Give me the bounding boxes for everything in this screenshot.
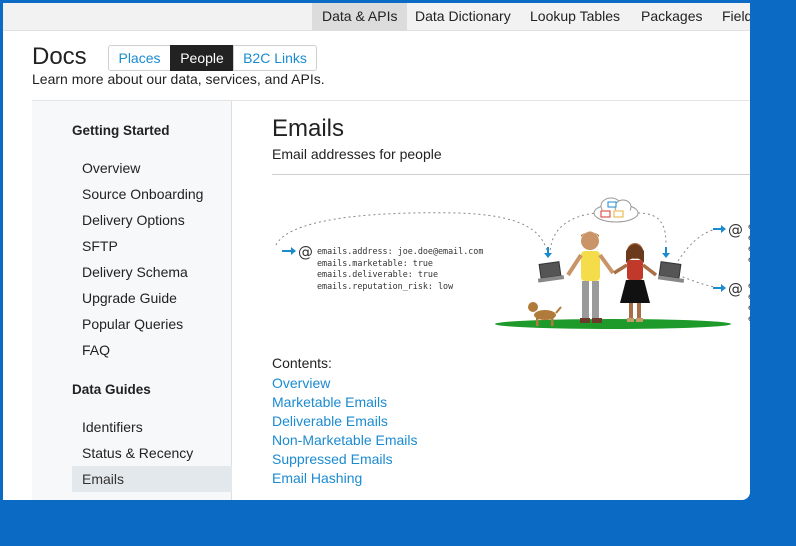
nav-tab-packages[interactable]: Packages bbox=[631, 3, 712, 31]
sidebar: Getting Started Overview Source Onboardi… bbox=[32, 101, 232, 500]
laptop-right-icon bbox=[657, 247, 685, 283]
toc-link-suppressed-emails[interactable]: Suppressed Emails bbox=[272, 450, 418, 469]
page-title: Emails bbox=[272, 115, 345, 142]
svg-text:e: e bbox=[748, 314, 750, 323]
segment-places[interactable]: Places bbox=[108, 45, 171, 71]
docs-title: Docs bbox=[32, 43, 87, 70]
arrow-right-icon bbox=[282, 247, 296, 255]
sidebar-item-source-onboarding[interactable]: Source Onboarding bbox=[72, 181, 232, 207]
cloud-icon bbox=[593, 197, 639, 223]
code-line-reputation: emails.reputation_risk: low bbox=[317, 281, 454, 291]
sidebar-heading-data-guides: Data Guides bbox=[72, 382, 151, 397]
contents-label: Contents: bbox=[272, 355, 332, 371]
emails-illustration: @ emails.address: joe.doe@email.com emai… bbox=[275, 197, 750, 329]
toc-link-overview[interactable]: Overview bbox=[272, 374, 418, 393]
arrow-right-bottom-icon bbox=[713, 284, 726, 292]
toc-link-non-marketable-emails[interactable]: Non-Marketable Emails bbox=[272, 431, 418, 450]
sidebar-item-identifiers[interactable]: Identifiers bbox=[72, 414, 232, 440]
dotted-arc-right-top bbox=[677, 227, 724, 262]
sidebar-item-upgrade-guide[interactable]: Upgrade Guide bbox=[72, 285, 232, 311]
ground-ellipse bbox=[495, 319, 731, 329]
nav-tab-field[interactable]: Field bbox=[712, 3, 750, 31]
toc-link-deliverable-emails[interactable]: Deliverable Emails bbox=[272, 412, 418, 431]
browser-window: Data & APIs Data Dictionary Lookup Table… bbox=[3, 3, 750, 500]
svg-text:e: e bbox=[748, 222, 750, 231]
sidebar-item-delivery-schema[interactable]: Delivery Schema bbox=[72, 259, 232, 285]
docs-subtitle: Learn more about our data, services, and… bbox=[32, 71, 325, 87]
code-line-marketable: emails.marketable: true bbox=[317, 258, 433, 268]
svg-text:e: e bbox=[748, 255, 750, 264]
toc-link-email-hashing[interactable]: Email Hashing bbox=[272, 469, 418, 488]
at-icon-right-top: @ bbox=[728, 221, 743, 239]
code-line-deliverable: emails.deliverable: true bbox=[317, 269, 438, 279]
svg-text:e: e bbox=[748, 303, 750, 312]
clipped-code-fragments: eeee eeee bbox=[748, 222, 750, 323]
sidebar-item-status-recency[interactable]: Status & Recency bbox=[72, 440, 232, 466]
title-divider bbox=[272, 174, 750, 175]
sidebar-item-popular-queries[interactable]: Popular Queries bbox=[72, 311, 232, 337]
svg-text:e: e bbox=[748, 233, 750, 242]
nav-tab-data-dictionary[interactable]: Data Dictionary bbox=[405, 3, 521, 31]
at-icon-right-bottom: @ bbox=[728, 280, 743, 298]
segment-people[interactable]: People bbox=[170, 45, 234, 71]
at-icon: @ bbox=[298, 243, 313, 261]
table-of-contents: Overview Marketable Emails Deliverable E… bbox=[272, 374, 418, 488]
svg-text:e: e bbox=[748, 244, 750, 253]
top-navigation: Data & APIs Data Dictionary Lookup Table… bbox=[3, 3, 750, 31]
nav-tab-lookup-tables[interactable]: Lookup Tables bbox=[520, 3, 630, 31]
sidebar-item-faq[interactable]: FAQ bbox=[72, 337, 232, 363]
sidebar-item-overview[interactable]: Overview bbox=[72, 155, 232, 181]
svg-text:e: e bbox=[748, 281, 750, 290]
sidebar-item-emails[interactable]: Emails bbox=[72, 466, 232, 492]
sidebar-item-delivery-options[interactable]: Delivery Options bbox=[72, 207, 232, 233]
toc-link-marketable-emails[interactable]: Marketable Emails bbox=[272, 393, 418, 412]
sidebar-item-phones[interactable]: Phones bbox=[72, 492, 232, 500]
dotted-arc-right-bottom bbox=[677, 274, 724, 289]
laptop-left-icon bbox=[537, 247, 565, 283]
code-line-address: emails.address: joe.doe@email.com bbox=[317, 246, 483, 256]
nav-tab-data-apis[interactable]: Data & APIs bbox=[312, 3, 408, 31]
sidebar-heading-getting-started: Getting Started bbox=[72, 123, 170, 138]
sidebar-item-sftp[interactable]: SFTP bbox=[72, 233, 232, 259]
dotted-arc-cloud-right bbox=[637, 212, 667, 246]
svg-text:e: e bbox=[748, 292, 750, 301]
person-man-icon bbox=[566, 231, 615, 323]
arrow-right-top-icon bbox=[713, 225, 726, 233]
segment-b2c-links[interactable]: B2C Links bbox=[233, 45, 317, 71]
person-woman-icon bbox=[613, 243, 658, 322]
page-subtitle: Email addresses for people bbox=[272, 146, 442, 162]
